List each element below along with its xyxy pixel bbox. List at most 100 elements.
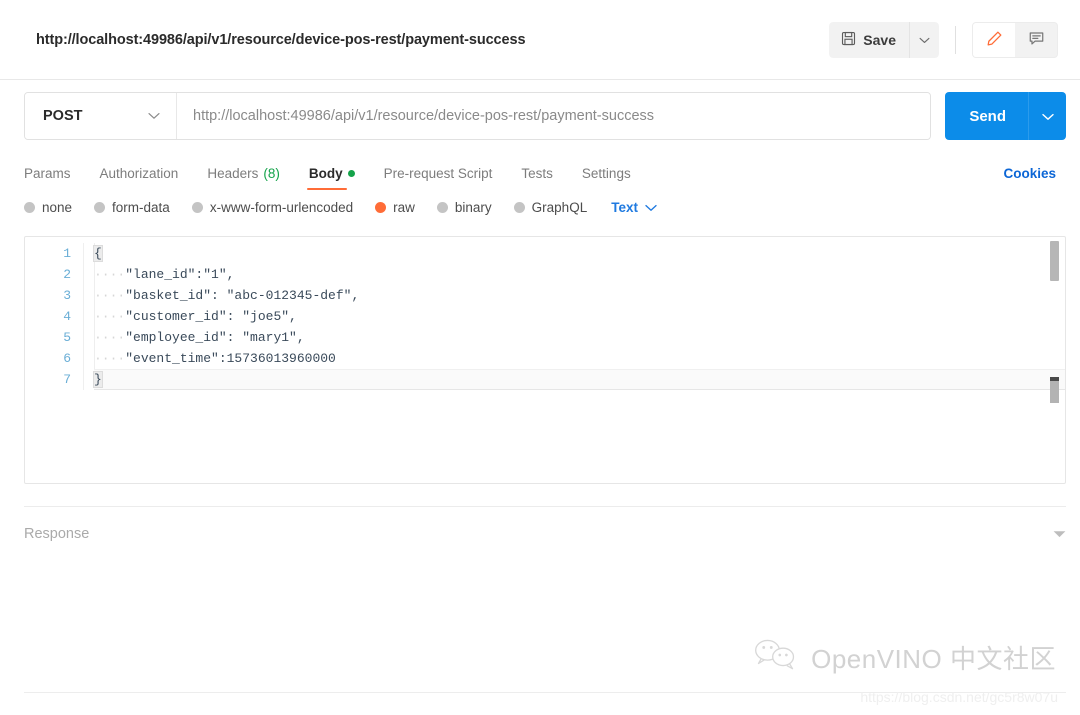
tab-authorization[interactable]: Authorization — [100, 166, 179, 190]
code-line: ····"customer_id": "joe5", — [94, 306, 1065, 327]
tab-pre-request-script-label: Pre-request Script — [383, 166, 493, 181]
body-type-graphql[interactable]: GraphQL — [513, 199, 588, 215]
tab-tests[interactable]: Tests — [521, 166, 553, 190]
tab-headers-label: Headers — [207, 166, 259, 181]
titlebar-actions: Save — [829, 21, 1058, 58]
title-bar: http://localhost:49986/api/v1/resource/d… — [0, 0, 1080, 80]
code-line-text: { — [93, 245, 103, 262]
send-button-group: Send — [945, 92, 1066, 140]
code-line: ····"event_time":15736013960000 — [94, 348, 1065, 369]
body-format-value: Text — [611, 199, 638, 215]
radio-icon — [191, 201, 203, 213]
tab-params-label: Params — [24, 166, 71, 181]
comment-icon — [1028, 30, 1045, 50]
tab-settings[interactable]: Settings — [582, 166, 631, 190]
body-type-x-www-form-urlencoded-label: x-www-form-urlencoded — [209, 199, 354, 215]
pencil-icon — [986, 30, 1003, 50]
code-area: 1 2 3 4 5 6 7 { ····"lane_id":"1", ····"… — [25, 237, 1065, 390]
body-type-raw[interactable]: raw — [375, 200, 415, 215]
request-body-editor[interactable]: 1 2 3 4 5 6 7 { ····"lane_id":"1", ····"… — [24, 236, 1066, 484]
code-line-text: "employee_id": "mary1", — [125, 330, 305, 345]
code-line-text: "customer_id": "joe5", — [125, 309, 297, 324]
line-number: 5 — [63, 330, 71, 345]
tab-body-label: Body — [308, 166, 343, 181]
whitespace-marker: ···· — [94, 351, 126, 366]
body-type-binary-label: binary — [454, 199, 492, 215]
body-type-raw-label: raw — [393, 199, 415, 215]
code-line-text: "lane_id":"1", — [125, 267, 235, 282]
body-format-select[interactable]: Text — [611, 200, 657, 215]
radio-icon — [24, 201, 35, 213]
line-number: 2 — [63, 267, 71, 282]
response-header: Response — [24, 506, 1066, 543]
tab-authorization-label: Authorization — [99, 166, 179, 181]
chevron-down-icon — [919, 32, 930, 47]
line-number-gutter: 1 2 3 4 5 6 7 — [25, 243, 83, 390]
url-input[interactable] — [177, 93, 931, 139]
send-button[interactable]: Send — [945, 92, 1028, 140]
line-number: 7 — [63, 372, 71, 387]
body-type-none[interactable]: none — [24, 200, 72, 215]
url-bar: POST Send — [0, 80, 1080, 142]
bottom-divider — [24, 692, 1066, 693]
tab-body[interactable]: Body — [306, 166, 355, 190]
body-modified-dot — [347, 170, 355, 177]
save-options-button[interactable] — [909, 21, 939, 58]
radio-icon — [94, 201, 106, 213]
code-line-text: "basket_id": "abc-012345-def", — [125, 288, 360, 303]
radio-selected-icon — [375, 201, 387, 213]
line-number: 1 — [63, 246, 71, 261]
response-label: Response — [24, 526, 90, 542]
save-button-group: Save — [829, 21, 939, 58]
send-options-button[interactable] — [1028, 92, 1066, 140]
line-number: 3 — [63, 288, 71, 303]
code-line: ····"basket_id": "abc-012345-def", — [94, 285, 1065, 306]
response-collapse-button[interactable] — [1053, 525, 1066, 543]
save-button[interactable]: Save — [829, 21, 909, 58]
editor-resize-handle[interactable] — [1050, 377, 1059, 403]
body-type-graphql-label: GraphQL — [531, 199, 588, 215]
code-line-active: } — [93, 369, 1065, 390]
tab-settings-label: Settings — [581, 166, 631, 181]
code-line-text: } — [93, 371, 103, 388]
radio-icon — [436, 201, 448, 213]
code-line: ····"employee_id": "mary1", — [94, 327, 1065, 348]
whitespace-marker: ···· — [94, 267, 126, 282]
body-type-x-www-form-urlencoded[interactable]: x-www-form-urlencoded — [191, 199, 354, 215]
view-mode-group — [972, 21, 1058, 58]
tab-tests-label: Tests — [521, 166, 553, 181]
line-number: 4 — [63, 309, 71, 324]
toolbar-divider — [955, 25, 956, 54]
chevron-down-icon — [148, 108, 160, 124]
body-type-form-data[interactable]: form-data — [94, 200, 170, 215]
cookies-link[interactable]: Cookies — [1003, 166, 1056, 190]
response-body-panel — [0, 543, 1080, 715]
code-line: ····"lane_id":"1", — [94, 264, 1065, 285]
radio-icon — [513, 201, 525, 213]
body-type-row: none form-data x-www-form-urlencoded raw… — [0, 190, 1080, 224]
chevron-down-icon — [645, 200, 657, 215]
code-content[interactable]: { ····"lane_id":"1", ····"basket_id": "a… — [83, 243, 1065, 390]
body-type-form-data-label: form-data — [112, 199, 170, 215]
whitespace-marker: ···· — [94, 288, 126, 303]
tab-pre-request-script[interactable]: Pre-request Script — [384, 166, 493, 190]
whitespace-marker: ···· — [94, 330, 126, 345]
chevron-down-icon — [1053, 525, 1066, 542]
body-type-binary[interactable]: binary — [436, 199, 492, 215]
headers-count-badge: (8) — [263, 166, 280, 181]
chevron-down-icon — [1041, 109, 1054, 124]
tab-params[interactable]: Params — [24, 166, 71, 190]
tab-headers[interactable]: Headers (8) — [207, 166, 280, 190]
method-url-group: POST — [24, 92, 932, 140]
postman-window: http://localhost:49986/api/v1/resource/d… — [0, 0, 1080, 715]
comment-button[interactable] — [1015, 23, 1057, 57]
line-number: 6 — [63, 351, 71, 366]
body-type-none-label: none — [42, 199, 73, 215]
floppy-disk-icon — [841, 31, 856, 49]
edit-button[interactable] — [973, 22, 1015, 57]
code-line: { — [93, 243, 1065, 264]
request-tab-title: http://localhost:49986/api/v1/resource/d… — [36, 31, 526, 48]
whitespace-marker: ···· — [94, 309, 126, 324]
http-method-select[interactable]: POST — [25, 93, 177, 139]
editor-vertical-scrollbar[interactable] — [1050, 241, 1059, 281]
